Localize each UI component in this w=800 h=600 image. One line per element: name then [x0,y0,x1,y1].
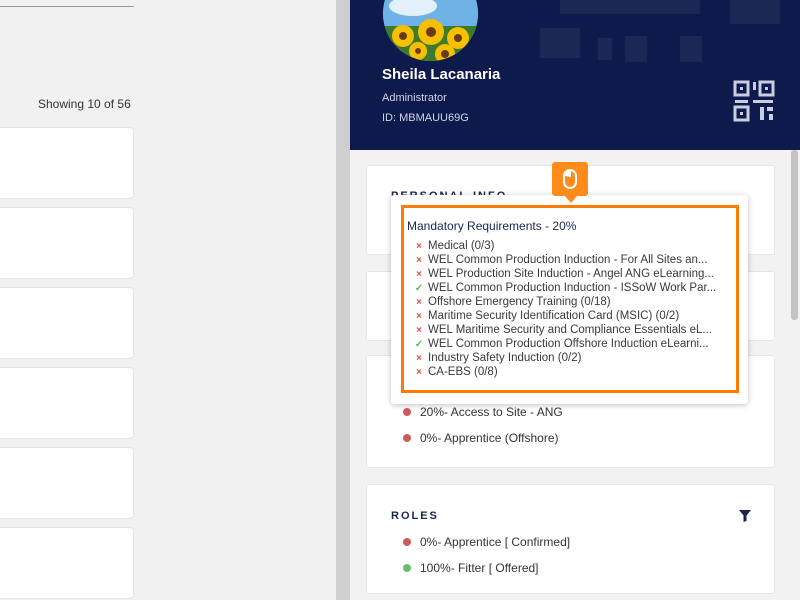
scrollbar[interactable] [791,150,798,320]
roles-title: ROLES [391,510,439,522]
profile-name: Sheila Lacanaria [382,66,501,83]
list-item[interactable] [0,287,134,359]
header-decoration [625,36,647,62]
qr-code-icon[interactable] [733,80,775,122]
list-item[interactable] [0,127,134,199]
profile-id: ID: MBMAUU69G [382,112,469,124]
divider [0,6,134,7]
header-decoration [598,38,612,60]
list-item[interactable] [0,367,134,439]
requirement-row[interactable]: 20%- Access to Site - ANG [403,405,563,419]
showing-count: Showing 10 of 56 [38,97,131,111]
roles-panel: ROLES 0%- Apprentice [ Confirmed] 100%- … [366,484,775,594]
role-label: 0%- Apprentice [ Confirmed] [420,535,571,549]
profile-role: Administrator [382,92,447,104]
role-label: 100%- Fitter [ Offered] [420,561,539,575]
avatar [383,0,478,61]
header-decoration [540,28,580,58]
status-dot [403,434,411,442]
sunflower-image [383,0,478,61]
header-decoration [730,0,780,24]
requirement-label: 20%- Access to Site - ANG [420,405,563,419]
requirement-row[interactable]: 0%- Apprentice (Offshore) [403,431,559,445]
cursor-badge [552,162,588,203]
header-decoration [680,36,702,62]
list-item[interactable] [0,207,134,279]
status-dot [403,408,411,416]
requirement-label: 0%- Apprentice (Offshore) [420,431,559,445]
filter-icon[interactable] [738,509,752,523]
record-list-pane: Showing 10 of 56 [0,0,336,600]
status-dot [403,564,411,572]
list-item[interactable] [0,527,134,599]
role-row[interactable]: 100%- Fitter [ Offered] [403,561,539,575]
status-dot [403,538,411,546]
mouse-icon [563,169,577,189]
pane-divider[interactable] [336,0,350,600]
profile-header: Sheila Lacanaria Administrator ID: MBMAU… [350,0,800,150]
header-decoration [560,0,700,14]
highlight-frame [401,205,739,393]
list-item[interactable] [0,447,134,519]
role-row[interactable]: 0%- Apprentice [ Confirmed] [403,535,570,549]
